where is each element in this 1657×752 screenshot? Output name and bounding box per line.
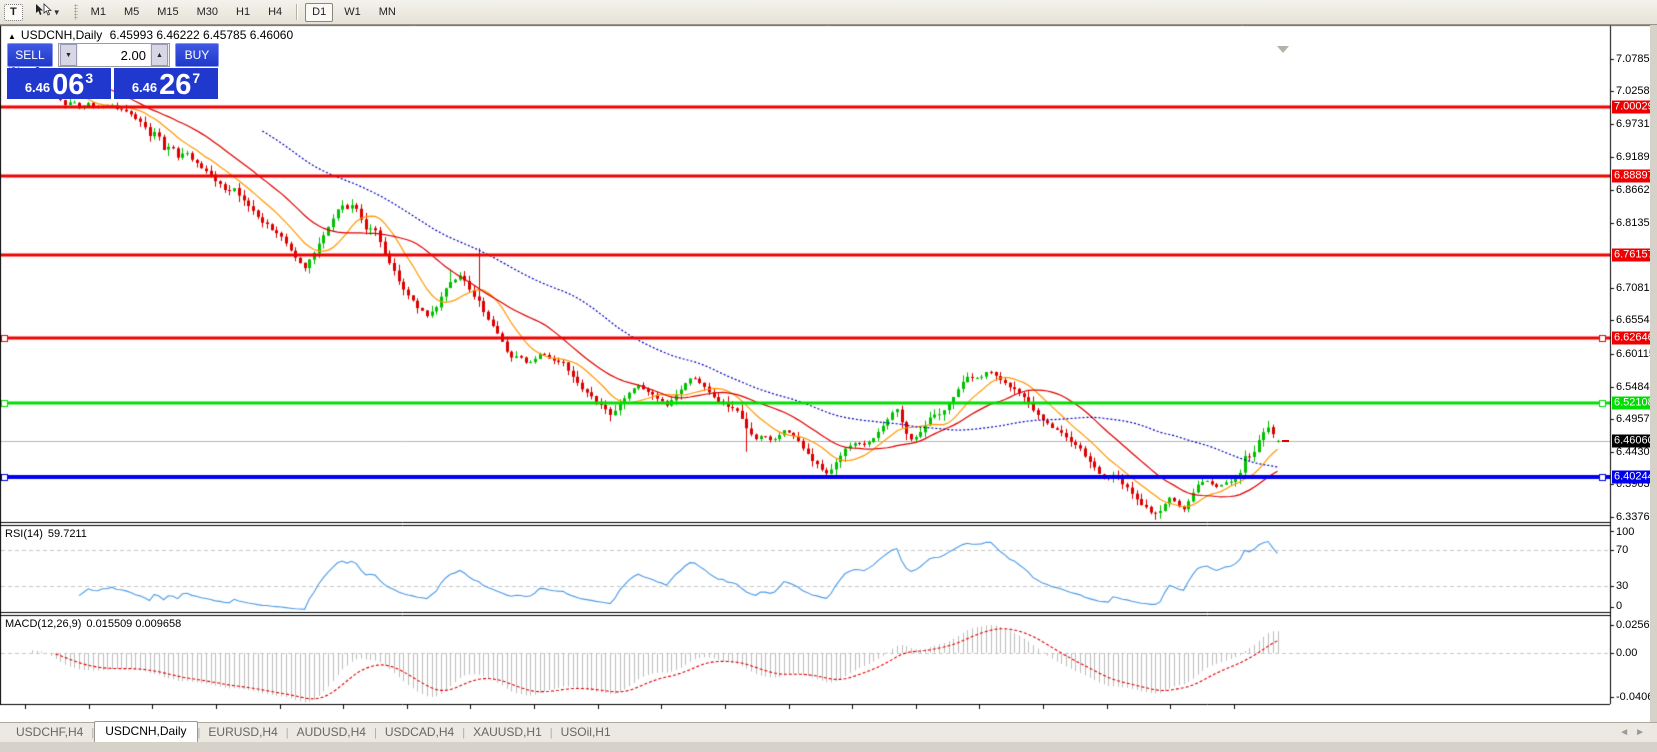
buy-button[interactable]: BUY	[174, 43, 219, 67]
timeframe-buttons: M1 M5 M15 M30 H1 H4 D1 W1 MN	[82, 2, 405, 22]
tab-xauusd[interactable]: XAUUSD,H1	[465, 723, 550, 742]
toolbar-grip	[73, 4, 78, 20]
tab-usdcad[interactable]: USDCAD,H4	[377, 723, 462, 742]
volume-input[interactable]	[77, 44, 150, 66]
rsi-axis-tick: 0	[1616, 600, 1623, 612]
macd-indicator-label-value: 0.015509 0.009658	[86, 618, 182, 630]
timeframe-button-mn[interactable]: MN	[372, 3, 403, 22]
collapse-panel-icon[interactable]: ▲	[8, 32, 16, 41]
tab-audusd[interactable]: AUDUSD,H4	[289, 723, 374, 742]
timeframe-button-d1[interactable]: D1	[305, 2, 334, 22]
volume-stepper: ▼ ▲	[57, 43, 170, 67]
tab-scroll-buttons: ◄ ►	[1619, 727, 1645, 739]
window-right-edge	[1650, 25, 1657, 752]
timeframe-button-m30[interactable]: M30	[190, 3, 225, 22]
sell-price-sup: 3	[85, 70, 94, 86]
rsi-axis-tick: 100	[1616, 526, 1635, 538]
macd-indicator-label-name: MACD(12,26,9)	[5, 618, 82, 630]
timeframe-button-m1[interactable]: M1	[84, 3, 113, 22]
timeframe-toolbar: T ▼ M1 M5 M15 M30 H1 H4 D1 W1 MN	[0, 0, 1657, 25]
tab-usdchf[interactable]: USDCHF,H4	[8, 723, 91, 742]
volume-increase-button[interactable]: ▲	[150, 44, 168, 66]
chart-symbol-label: USDCNH,Daily	[20, 28, 103, 42]
chart-tab-bar: USDCHF,H4 | USDCNH,Daily | EURUSD,H4 | AUDUSD,…	[0, 721, 1657, 742]
level-price-tag: 7.00029	[1612, 100, 1654, 114]
macd-axis-tick: 0.00	[1616, 647, 1638, 659]
tab-eurusd[interactable]: EURUSD,H4	[200, 723, 285, 742]
sell-price-display[interactable]: 6.46 06 3	[7, 68, 111, 101]
last-price-marker	[1281, 439, 1289, 442]
timeframe-button-m15[interactable]: M15	[150, 3, 185, 22]
toolbar-separator	[296, 4, 299, 20]
chart-window: ▲ USDCNH,Daily 6.45993 6.46222 6.45785 6.…	[0, 25, 1657, 744]
tab-scroll-left-button[interactable]: ◄	[1619, 727, 1629, 739]
chart-title: ▲ USDCNH,Daily 6.45993 6.46222 6.45785 6.…	[8, 28, 293, 42]
double-cursor-icon	[34, 3, 52, 21]
macd-indicator-label: MACD(12,26,9) 0.015509 0.009658	[5, 618, 181, 630]
text-tool-button[interactable]: T	[4, 3, 23, 21]
rsi-axis-tick: 30	[1616, 580, 1629, 592]
buy-price-big: 26	[159, 69, 192, 101]
level-price-tag: 6.76157	[1612, 248, 1654, 262]
sell-price-big: 06	[52, 69, 85, 101]
buy-price-sup: 7	[192, 70, 201, 86]
current-price-tag: 6.46060	[1612, 434, 1654, 448]
volume-decrease-button[interactable]: ▼	[59, 44, 77, 66]
tab-usoil[interactable]: USOil,H1	[553, 723, 619, 742]
chevron-down-icon: ▼	[52, 7, 61, 17]
buy-price-prefix: 6.46	[131, 80, 158, 95]
cursor-tool-button[interactable]: ▼	[27, 0, 68, 24]
timeframe-button-m5[interactable]: M5	[117, 3, 146, 22]
one-click-trading-panel: SELL ▼ ▲ BUY 6.46063 6.46267	[7, 43, 219, 101]
timeframe-button-h1[interactable]: H1	[229, 3, 257, 22]
level-price-tag: 6.88897	[1612, 169, 1654, 183]
sell-button[interactable]: SELL	[7, 43, 53, 67]
level-price-tag: 6.52108	[1612, 396, 1654, 410]
chart-tabs: USDCHF,H4 | USDCNH,Daily | EURUSD,H4 | AUDUSD,…	[8, 721, 619, 742]
window-bottom-edge	[0, 742, 1657, 752]
chart-canvas[interactable]	[0, 25, 1657, 722]
level-price-tag: 6.40244	[1612, 470, 1654, 484]
buy-price-display[interactable]: 6.46 26 7	[114, 68, 218, 101]
timeframe-button-h4[interactable]: H4	[261, 3, 289, 22]
chart-shift-marker[interactable]	[1276, 46, 1289, 53]
chart-ohlc-values: 6.45993 6.46222 6.45785 6.46060	[109, 28, 294, 42]
mt4-terminal: T ▼ M1 M5 M15 M30 H1 H4 D1 W1 MN ▲ USDCNH,Daily 6…	[0, 0, 1657, 752]
timeframe-button-w1[interactable]: W1	[337, 3, 368, 22]
rsi-indicator-label-value: 59.7211	[47, 528, 87, 540]
rsi-indicator-label: RSI(14) 59.7211	[5, 528, 87, 540]
tab-scroll-right-button[interactable]: ►	[1635, 727, 1645, 739]
level-price-tag: 6.62646	[1612, 331, 1654, 345]
rsi-indicator-label-name: RSI(14)	[5, 528, 43, 540]
sell-price-prefix: 6.46	[24, 80, 51, 95]
tab-usdcnh[interactable]: USDCNH,Daily	[94, 721, 198, 742]
rsi-axis-tick: 70	[1616, 544, 1629, 556]
